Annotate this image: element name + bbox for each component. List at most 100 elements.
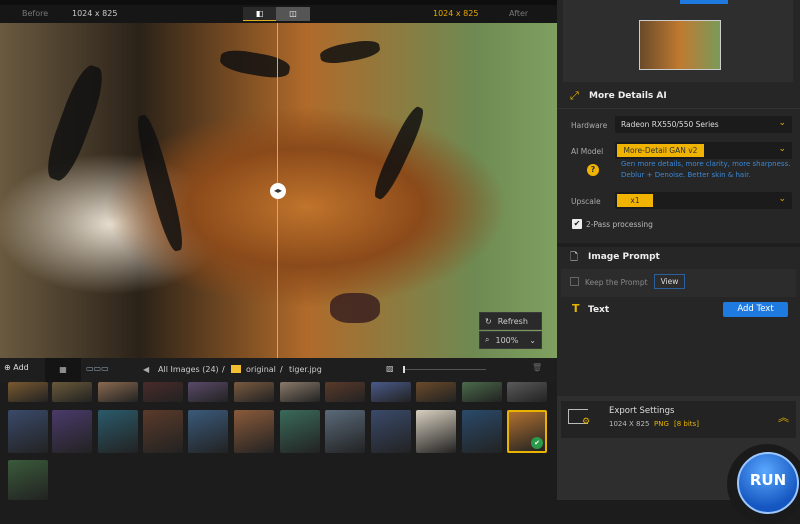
chevron-down-icon: ⌄ bbox=[778, 144, 786, 154]
compare-header: Before 1024 x 825 ◧ ◫ 1024 x 825 After bbox=[0, 5, 557, 23]
keep-prompt-checkbox[interactable] bbox=[570, 277, 579, 286]
refresh-label: Refresh bbox=[497, 316, 528, 326]
thumbnail[interactable] bbox=[143, 410, 183, 453]
thumbnail[interactable] bbox=[462, 410, 502, 453]
folder-icon bbox=[231, 365, 241, 373]
upscale-label: Upscale bbox=[571, 197, 601, 206]
thumbnail[interactable] bbox=[280, 410, 320, 453]
thumbnail-size-icon: ▨ bbox=[386, 364, 394, 373]
thumbnail[interactable] bbox=[325, 410, 365, 453]
zoom-icon: ⌕ bbox=[485, 335, 490, 344]
hardware-label: Hardware bbox=[571, 121, 608, 130]
preview-navigator[interactable] bbox=[563, 0, 793, 82]
chevron-down-icon: ⌄ bbox=[778, 194, 786, 204]
add-button[interactable]: ⊕ Add bbox=[4, 363, 29, 372]
add-text-button[interactable]: Add Text bbox=[723, 302, 788, 317]
help-icon[interactable]: ? bbox=[587, 164, 599, 176]
thumbnail[interactable] bbox=[416, 382, 456, 402]
breadcrumb-all-images[interactable]: All Images (24) bbox=[158, 365, 219, 374]
thumbnail[interactable] bbox=[52, 382, 92, 402]
navigator-tab-indicator bbox=[680, 0, 728, 4]
trash-icon[interactable]: 🗑 bbox=[532, 363, 542, 372]
filmstrip-view-button[interactable]: ▭▭▭ bbox=[86, 364, 109, 373]
prompt-row: Keep the Prompt View bbox=[561, 269, 796, 297]
chevron-down-icon: ⌄ bbox=[778, 118, 786, 128]
before-size: 1024 x 825 bbox=[72, 9, 118, 18]
divider-handle-icon[interactable]: ◂▸ bbox=[270, 183, 286, 199]
back-arrow-icon[interactable]: ◀ bbox=[143, 365, 149, 374]
thumbnail[interactable] bbox=[234, 410, 274, 453]
side-by-side-button[interactable]: ◫ bbox=[276, 7, 310, 21]
gear-icon: ⚙ bbox=[582, 417, 591, 427]
thumbnail[interactable] bbox=[8, 460, 48, 500]
chevron-double-up-icon[interactable]: ︽ bbox=[778, 409, 789, 425]
export-title: Export Settings bbox=[609, 406, 675, 416]
divider bbox=[557, 108, 800, 109]
export-size: 1024 X 825 bbox=[609, 420, 650, 428]
thumbnail[interactable] bbox=[188, 410, 228, 453]
thumbnail[interactable] bbox=[462, 382, 502, 402]
thumbnail[interactable] bbox=[98, 410, 138, 453]
run-button[interactable]: RUN bbox=[737, 452, 799, 514]
thumbnail-size-slider[interactable] bbox=[403, 366, 486, 373]
details-ai-icon: ⤢ bbox=[570, 89, 579, 102]
thumbnail[interactable] bbox=[8, 410, 48, 453]
thumbnail[interactable] bbox=[98, 382, 138, 402]
hardware-select[interactable]: Radeon RX550/550 Series ⌄ bbox=[615, 116, 792, 133]
text-title: Text bbox=[588, 305, 610, 315]
model-value: More-Detail GAN v2 bbox=[617, 144, 704, 157]
selected-check-icon: ✔ bbox=[531, 437, 543, 449]
gallery-toolbar: ⊕ Add ▦ ▭▭▭ ◀ All Images (24) / original… bbox=[0, 358, 557, 382]
chevron-down-icon: ⌄ bbox=[529, 335, 536, 345]
thumbnail[interactable] bbox=[325, 382, 365, 402]
after-label: After bbox=[509, 9, 529, 18]
refresh-icon: ↻ bbox=[485, 316, 492, 326]
plus-icon: ⊕ bbox=[4, 363, 11, 372]
thumbnail[interactable] bbox=[188, 382, 228, 402]
image-compare-viewer[interactable]: ◂▸ ↻ Refresh ⌕ 100% ⌄ bbox=[0, 23, 557, 358]
thumbnail[interactable] bbox=[8, 382, 48, 402]
thumbnail[interactable] bbox=[234, 382, 274, 402]
divider bbox=[557, 243, 800, 247]
breadcrumb-sep: / bbox=[222, 365, 225, 374]
model-description-1: Gen more details, more clarity, more sha… bbox=[621, 160, 791, 168]
after-size: 1024 x 825 bbox=[433, 9, 479, 18]
two-pass-checkbox[interactable]: ✔ bbox=[572, 219, 582, 229]
navigator-thumbnail[interactable] bbox=[639, 20, 721, 70]
export-settings-row[interactable]: ⚙ Export Settings 1024 X 825 PNG [8 bits… bbox=[561, 401, 796, 438]
export-format: PNG bbox=[654, 420, 669, 428]
keep-prompt-label: Keep the Prompt bbox=[585, 278, 648, 287]
zoom-value: 100% bbox=[495, 335, 519, 345]
split-view-button[interactable]: ◧ bbox=[243, 7, 276, 21]
hardware-value: Radeon RX550/550 Series bbox=[621, 120, 719, 129]
upscale-select[interactable]: x1 ⌄ bbox=[615, 192, 792, 209]
thumbnail[interactable] bbox=[52, 410, 92, 453]
section-title: More Details AI bbox=[589, 91, 667, 101]
zoom-select[interactable]: ⌕ 100% ⌄ bbox=[479, 331, 542, 349]
thumbnail[interactable]: ✔ bbox=[507, 410, 547, 453]
thumbnail[interactable] bbox=[416, 410, 456, 453]
breadcrumb-sep: / bbox=[280, 365, 283, 374]
image-prompt-title: Image Prompt bbox=[588, 252, 660, 262]
thumbnail[interactable] bbox=[507, 382, 547, 402]
thumbnail[interactable] bbox=[371, 410, 411, 453]
grid-view-button[interactable]: ▦ bbox=[45, 358, 81, 382]
thumbnail[interactable] bbox=[280, 382, 320, 402]
upscale-value: x1 bbox=[617, 194, 653, 207]
model-description-2: Deblur + Denoise. Better skin & hair. bbox=[621, 171, 751, 179]
text-icon: T bbox=[572, 302, 580, 315]
add-label: Add bbox=[13, 363, 29, 372]
thumbnail[interactable] bbox=[371, 382, 411, 402]
breadcrumb-file: tiger.jpg bbox=[289, 365, 322, 374]
view-button[interactable]: View bbox=[654, 274, 685, 289]
two-pass-label: 2-Pass processing bbox=[586, 220, 653, 229]
settings-panel: ⤢ More Details AI Hardware Radeon RX550/… bbox=[557, 0, 800, 524]
thumbnail[interactable] bbox=[143, 382, 183, 402]
document-icon: 🗋 bbox=[570, 252, 579, 263]
refresh-button[interactable]: ↻ Refresh bbox=[479, 312, 542, 330]
before-label: Before bbox=[22, 9, 49, 18]
breadcrumb-folder[interactable]: original bbox=[246, 365, 276, 374]
export-bits: [8 bits] bbox=[674, 420, 699, 428]
model-label: AI Model bbox=[571, 147, 604, 156]
ai-model-select[interactable]: More-Detail GAN v2 ⌄ bbox=[615, 142, 792, 159]
